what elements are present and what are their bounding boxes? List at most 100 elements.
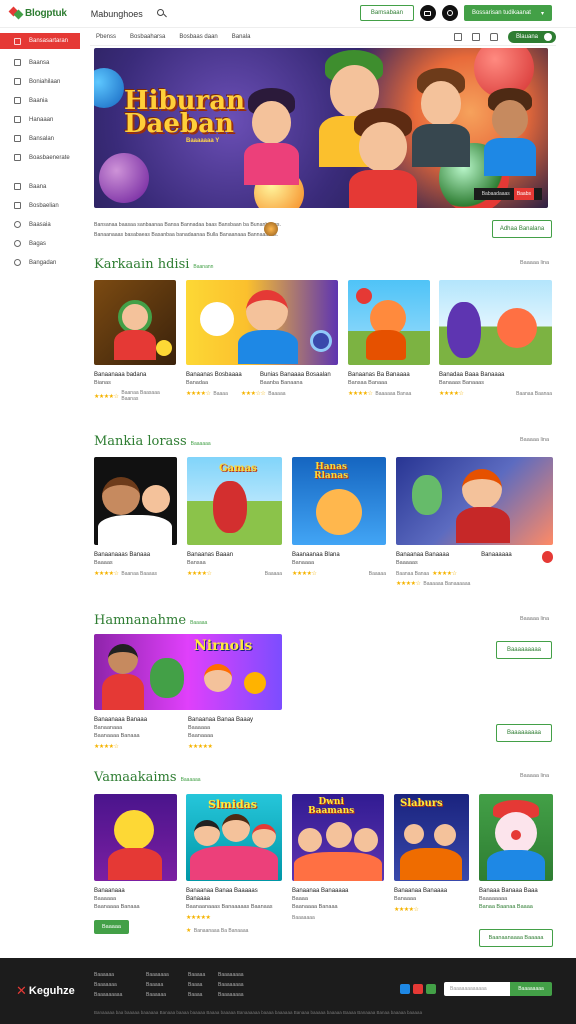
game-card[interactable]: Banaanaaa badana Bianas ★★★★☆ Baanaa Baas… xyxy=(94,280,176,402)
see-all-link[interactable]: Baaaaa lina xyxy=(520,616,549,622)
game-card[interactable]: Banaanaa Banaaaa Baaaaas Banaaaaaa Baana… xyxy=(396,457,553,587)
youtube-icon[interactable] xyxy=(413,984,423,994)
game-card[interactable]: Banaanas Ba Banaaaa Bansaa Banaaa ★★★★☆ B… xyxy=(348,280,430,397)
login-button[interactable]: Bamsabaan xyxy=(359,5,414,21)
footer-link[interactable]: Baaaaaa xyxy=(94,970,122,980)
site-logo[interactable]: Blogptuk xyxy=(8,6,67,20)
sidebar-item[interactable]: Boniahilaan xyxy=(0,72,80,91)
game-card[interactable]: Slaburs Banaanaa Banaaaa Banaaaa ★★★★☆ xyxy=(394,794,469,913)
subnav-item[interactable]: Bosbaas daan xyxy=(179,34,217,40)
section-action-button[interactable]: Baaaaaaaaa xyxy=(496,641,552,659)
game-thumbnail: Gamas xyxy=(187,457,282,545)
footer-link[interactable]: Baaaaaaaa xyxy=(218,990,244,1000)
subnav-item[interactable]: Pbenss xyxy=(96,34,116,40)
footer-logo[interactable]: ✕ Keguhze xyxy=(16,983,75,999)
sidebar-item[interactable]: Boasbaenerate xyxy=(0,148,80,167)
sidebar-item[interactable]: Bangadan xyxy=(0,253,80,272)
lock-icon[interactable] xyxy=(489,32,498,41)
section-action-button[interactable]: Baanaanaaaa Baaaaa xyxy=(479,929,553,947)
game-card[interactable]: Banaanaaas Banaaa Baaaas ★★★★☆ Baanaa Baa… xyxy=(94,457,177,577)
search-icon[interactable] xyxy=(156,8,167,19)
see-all-link[interactable]: Baaaaa lina xyxy=(520,437,549,443)
footer-link[interactable]: Baaaaa xyxy=(146,980,169,990)
card-title: Banaanas Ba Banaaaa xyxy=(348,372,410,378)
footer-link[interactable]: Baaaaaa xyxy=(146,990,169,1000)
subnav-item[interactable]: Bosbaaharsa xyxy=(130,34,165,40)
section-title: Hamnanahme Baaaaa xyxy=(94,613,207,628)
mode-toggle[interactable]: Blauana xyxy=(507,30,556,43)
footer-link[interactable]: Baaaaaaa xyxy=(94,980,122,990)
game-card[interactable]: Banaaa Banaaa Baaa Baaaaaaaa Banaa Baana… xyxy=(479,794,553,911)
game-card[interactable]: Nirnols Banaanaaa Banaaa Banaanaaa Baana… xyxy=(94,634,282,750)
sub-navigation: Pbenss Bosbaaharsa Bosbaas daan Banala B… xyxy=(90,28,556,46)
sidebar-item[interactable]: Bagas xyxy=(0,234,80,253)
sidebar-item-label: Baana xyxy=(29,183,47,190)
sidebar-item[interactable]: Hanaaan xyxy=(0,110,80,129)
sidebar-item[interactable]: Baania xyxy=(0,91,80,110)
card-title: Banaanaaas Banaaa xyxy=(94,552,151,558)
intro-action-button[interactable]: Adhaa Banalana xyxy=(492,220,552,238)
site-title: Mabunghoes xyxy=(90,8,143,19)
share-icon[interactable] xyxy=(426,984,436,994)
signup-button[interactable]: Bossarisan tudikaanat ▾ xyxy=(463,5,552,21)
star-rating: ★★★☆☆ xyxy=(240,391,266,397)
subscribe-button[interactable]: Baaaaaaaa xyxy=(510,982,552,996)
sidebar-item[interactable]: Baansa xyxy=(0,53,80,72)
footer-links: Baaaaaa Baaaaaaa Baaaaaaaaa xyxy=(94,970,122,1000)
section-action-button[interactable]: Baaaaaaaaa xyxy=(496,724,552,742)
facebook-icon[interactable] xyxy=(400,984,410,994)
see-all-link[interactable]: Baaaaa lina xyxy=(520,773,549,779)
game-card[interactable]: Banaanaaa Baaaaaa Baanaaaa Banaaa Baaaaa xyxy=(94,794,177,934)
grid-icon xyxy=(14,202,21,209)
card-subtitle: Banaaaa xyxy=(292,560,315,566)
card-meta: Baaaaaa Banaa xyxy=(375,390,412,397)
footer-link[interactable]: Baaaaaaaaa xyxy=(94,990,122,1000)
game-card[interactable]: Slmidas Banaanaa Banaa Baaaaas Banaaaa B… xyxy=(186,794,282,934)
footer-link[interactable]: Baaaaaaa xyxy=(146,970,169,980)
link-icon xyxy=(14,183,21,190)
grid-view-icon[interactable] xyxy=(453,32,462,41)
logo-text: Blogptuk xyxy=(25,8,67,19)
list-icon xyxy=(14,97,21,104)
card-title: Banaanaaa xyxy=(94,888,125,894)
game-card[interactable]: Banadaa Baaa Banaaaa Banaaas Banaaas ★★★… xyxy=(439,280,552,397)
hero-banner[interactable]: Hiburan Daeban Baaaaaaa Y Babaadaaas Baa… xyxy=(94,48,548,208)
footer-link[interactable]: Baaaaaaaa xyxy=(218,980,244,990)
gear-icon xyxy=(14,221,21,228)
sidebar-item[interactable]: Bosbaelian xyxy=(0,196,80,215)
footer-link[interactable]: Baaaaa xyxy=(188,970,205,980)
game-card[interactable]: Dwni Baamans Banaanaa Banaaaaa Baaaa Baan… xyxy=(292,794,384,921)
card-meta: Baanaa Baanaa xyxy=(516,390,552,397)
character-illustration xyxy=(484,88,536,177)
footer-link[interactable]: Baaaa xyxy=(188,980,205,990)
sidebar-item[interactable]: Bansalan xyxy=(0,129,80,148)
card-meta: Baanaa Banaa xyxy=(396,570,430,577)
play-button[interactable]: Baaaaa xyxy=(94,920,129,934)
star-rating: ★★★★★ xyxy=(188,744,213,750)
footer-link[interactable]: Baaaa xyxy=(188,990,205,1000)
toggle-knob xyxy=(544,32,552,41)
favorite-icon[interactable] xyxy=(541,551,553,563)
profile-icon[interactable] xyxy=(441,5,458,21)
card-meta: Baanaa Baasaaa Baanas xyxy=(121,390,160,402)
card-meta: Banaa Baanaa Baaaa xyxy=(479,904,533,910)
sidebar-item-label: Bangadan xyxy=(29,259,57,266)
game-card[interactable]: Hanas Rlanas Baanaanaa Blana Banaaaa ★★★★… xyxy=(292,457,386,577)
hero-cta-badge: Baabs xyxy=(513,188,534,200)
print-icon[interactable] xyxy=(471,32,480,41)
sidebar-item-active[interactable]: Bansasartaran xyxy=(0,33,80,49)
card-subtitle: Banadaa xyxy=(186,380,209,386)
game-card[interactable]: Gamas Banaanas Baaan Bansaa ★★★★☆ Baaaaa xyxy=(187,457,282,577)
see-all-link[interactable]: Baaaaa lina xyxy=(520,260,549,266)
sidebar-item[interactable]: Baana xyxy=(0,177,80,196)
sidebar-item-label: Boniahilaan xyxy=(29,78,61,85)
card-meta: Baanaaaa Banaaa xyxy=(292,904,338,910)
subnav-item[interactable]: Banala xyxy=(232,34,251,40)
footer-link[interactable]: Baaaaaaaa xyxy=(218,970,244,980)
game-card[interactable]: Banaanas Bosbaaaa Banadaa Bunias Banaaaa… xyxy=(186,280,338,397)
social-links xyxy=(400,984,436,994)
newsletter-email-field[interactable]: Baaaaaaaaaaaa xyxy=(444,982,510,996)
sidebar-item[interactable]: Baasaia xyxy=(0,215,80,234)
camera-icon[interactable] xyxy=(419,5,436,21)
hero-cta-button[interactable]: Babaadaaas Baabs xyxy=(473,188,542,200)
